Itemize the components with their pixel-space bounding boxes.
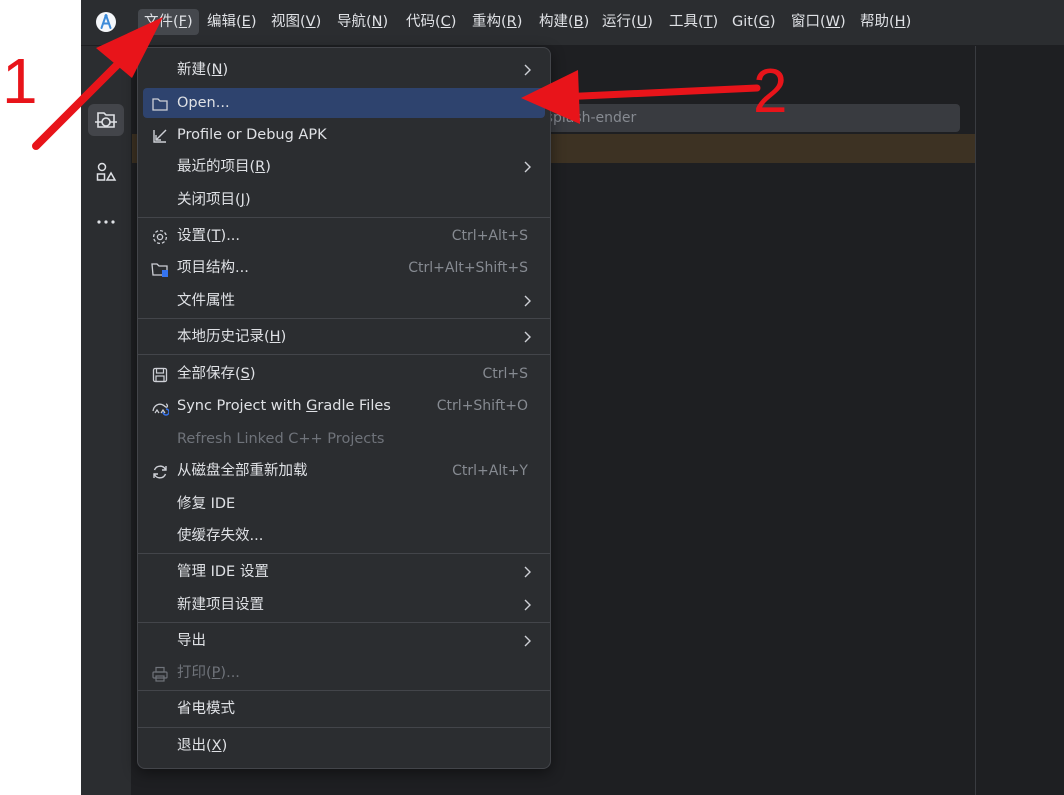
menu-item-save-all[interactable]: 全部保存(S) Ctrl+S <box>138 359 550 389</box>
shortcut-label: Ctrl+Alt+Shift+S <box>408 260 528 276</box>
menu-separator <box>138 318 550 319</box>
menubar-item-file[interactable]: 文件(F) <box>138 9 199 35</box>
menu-item-refresh-cpp: Refresh Linked C++ Projects <box>138 424 550 454</box>
tool-window-strip <box>81 46 132 795</box>
menu-item-invalidate-caches[interactable]: 使缓存失效... <box>138 521 550 551</box>
menu-separator <box>138 217 550 218</box>
menu-item-project-structure[interactable]: 项目结构... Ctrl+Alt+Shift+S <box>138 253 550 283</box>
menu-item-label: 新建(N) <box>177 62 229 78</box>
menu-item-export[interactable]: 导出 <box>138 626 550 656</box>
menu-item-local-history[interactable]: 本地历史记录(H) <box>138 322 550 352</box>
menu-item-label: Refresh Linked C++ Projects <box>177 431 385 447</box>
menu-item-new-project-settings[interactable]: 新建项目设置 <box>138 590 550 620</box>
menu-item-new[interactable]: 新建(N) <box>138 55 550 85</box>
menubar-item-11[interactable]: 帮助(H) <box>854 9 917 35</box>
chevron-right-icon <box>524 331 531 343</box>
menu-item-label: 退出(X) <box>177 738 228 754</box>
menu-item-print: 打印(P)... <box>138 658 550 688</box>
save-icon <box>152 367 168 383</box>
menu-item-label: 项目结构... <box>177 260 249 276</box>
menu-item-label: Sync Project with Gradle Files <box>177 398 391 414</box>
arrow-down-left-icon <box>153 129 167 143</box>
right-tool-strip <box>975 46 1064 795</box>
resource-manager-icon[interactable] <box>94 160 118 184</box>
menu-item-label: Open... <box>177 95 230 111</box>
menu-item-settings[interactable]: 设置(T)... Ctrl+Alt+S <box>138 221 550 251</box>
menu-item-label: 关闭项目(J) <box>177 192 251 208</box>
chevron-right-icon <box>524 295 531 307</box>
menu-item-label: 使缓存失效... <box>177 528 264 544</box>
project-structure-icon <box>151 263 168 277</box>
menubar-item-5[interactable]: 重构(R) <box>466 9 528 35</box>
menu-item-label: 省电模式 <box>177 701 235 717</box>
shortcut-label: Ctrl+Alt+Y <box>452 463 528 479</box>
menu-item-label: 设置(T)... <box>177 228 241 244</box>
menu-item-label: 最近的项目(R) <box>177 159 271 175</box>
menu-item-label: 修复 IDE <box>177 496 236 512</box>
menu-item-label: 全部保存(S) <box>177 366 256 382</box>
menu-item-exit[interactable]: 退出(X) <box>138 731 550 761</box>
menu-item-reload-from-disk[interactable]: 从磁盘全部重新加载 Ctrl+Alt+Y <box>138 456 550 486</box>
menu-item-manage-ide-settings[interactable]: 管理 IDE 设置 <box>138 557 550 587</box>
menu-separator <box>138 727 550 728</box>
menu-separator <box>138 690 550 691</box>
more-icon[interactable] <box>94 210 118 234</box>
menubar-item-3[interactable]: 导航(N) <box>331 9 394 35</box>
shortcut-label: Ctrl+Alt+S <box>451 228 528 244</box>
chevron-right-icon <box>524 161 531 173</box>
gear-icon <box>152 229 168 245</box>
menubar-item-9[interactable]: Git(G) <box>726 9 782 35</box>
chevron-right-icon <box>524 64 531 76</box>
reload-icon <box>153 465 167 479</box>
menubar-item-7[interactable]: 运行(U) <box>596 9 659 35</box>
menu-item-label: 管理 IDE 设置 <box>177 564 269 580</box>
printer-icon <box>152 666 168 682</box>
menu-separator <box>138 354 550 355</box>
chevron-right-icon <box>524 566 531 578</box>
menu-item-repair-ide[interactable]: 修复 IDE <box>138 489 550 519</box>
menu-item-label: 从磁盘全部重新加载 <box>177 463 308 479</box>
menu-item-label: Profile or Debug APK <box>177 127 327 143</box>
menu-item-sync-gradle[interactable]: Sync Project with Gradle Files Ctrl+Shift… <box>138 391 550 421</box>
menu-item-profile-debug-apk[interactable]: Profile or Debug APK <box>138 120 550 150</box>
menu-separator <box>138 622 550 623</box>
android-studio-logo-icon[interactable] <box>95 11 117 33</box>
menu-item-label: 新建项目设置 <box>177 597 264 613</box>
menubar-item-2[interactable]: 视图(V) <box>265 9 327 35</box>
menu-item-label: 导出 <box>177 633 206 649</box>
menubar-item-1[interactable]: 编辑(E) <box>201 9 263 35</box>
gradle-sync-icon <box>152 403 169 416</box>
menu-separator <box>138 553 550 554</box>
menu-item-open[interactable]: Open... <box>138 88 550 118</box>
menubar-item-10[interactable]: 窗口(W) <box>785 9 852 35</box>
shortcut-label: Ctrl+S <box>482 366 528 382</box>
menu-item-power-save-mode[interactable]: 省电模式 <box>138 694 550 724</box>
menu-item-label: 文件属性 <box>177 293 235 309</box>
menu-item-file-properties[interactable]: 文件属性 <box>138 286 550 316</box>
menu-item-label: 本地历史记录(H) <box>177 329 287 345</box>
menubar-item-6[interactable]: 构建(B) <box>533 9 595 35</box>
menu-item-recent-projects[interactable]: 最近的项目(R) <box>138 152 550 182</box>
annotation-label-1: 1 <box>2 45 38 117</box>
commit-icon[interactable] <box>94 110 118 134</box>
chevron-right-icon <box>524 635 531 647</box>
folder-icon <box>152 98 168 111</box>
shortcut-label: Ctrl+Shift+O <box>436 398 528 414</box>
menubar-item-8[interactable]: 工具(T) <box>663 9 724 35</box>
menu-item-close-project[interactable]: 关闭项目(J) <box>138 185 550 215</box>
menu-bar: 文件(F) 编辑(E) 视图(V) 导航(N) 代码(C) 重构(R) 构建(B) 运行(U)… <box>81 0 1064 46</box>
chevron-right-icon <box>524 599 531 611</box>
menu-item-label: 打印(P)... <box>177 665 240 681</box>
menubar-item-4[interactable]: 代码(C) <box>400 9 462 35</box>
file-menu-dropdown: 新建(N) Open... Profile or Debug APK 最近的项目(R)… <box>137 47 551 769</box>
